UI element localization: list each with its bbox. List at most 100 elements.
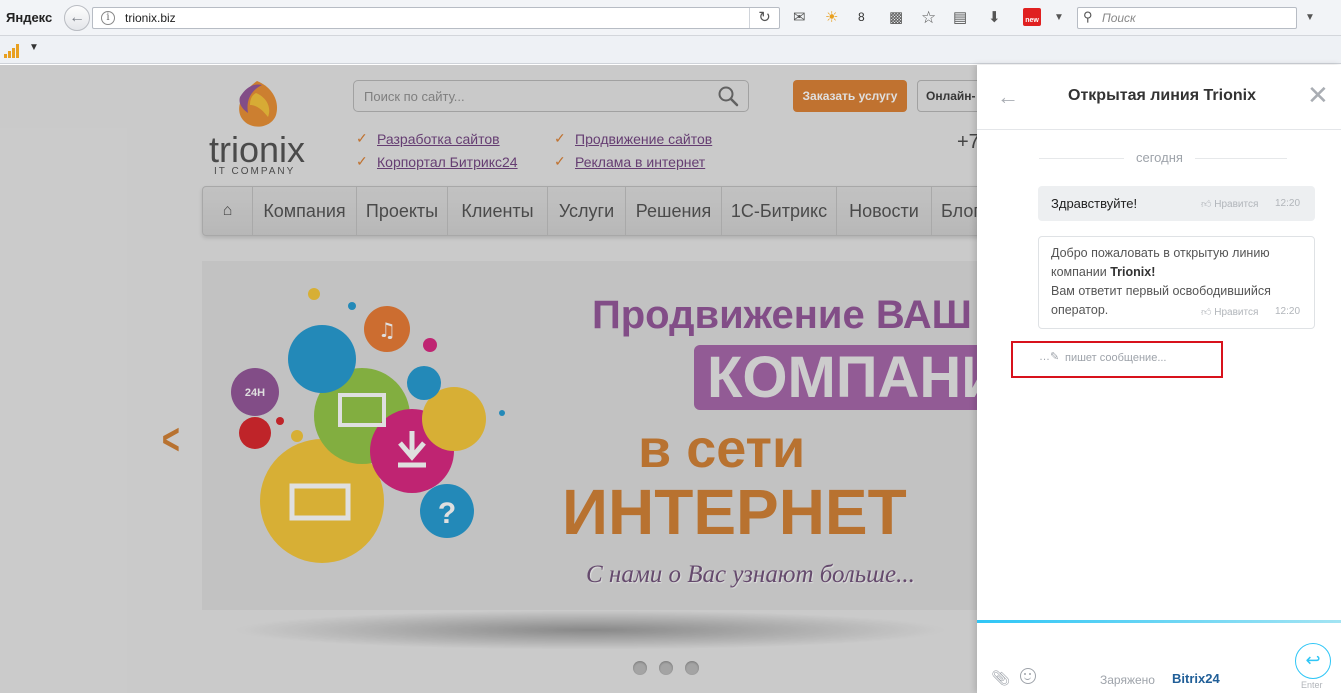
thumbs-up-icon: 👍︎ xyxy=(1201,199,1212,210)
reading-list-icon[interactable]: ▤ xyxy=(953,8,967,28)
service-link-ads[interactable]: Реклама в интернет xyxy=(575,154,705,170)
info-icon[interactable]: i xyxy=(101,11,115,25)
chat-header: ← Открытая линия Trionix ✕ xyxy=(977,65,1341,130)
pencil-icon: …✎ xyxy=(1039,351,1060,363)
bookmarks-dropdown-icon[interactable]: ▼ xyxy=(29,42,39,53)
bitrix-logo-text: Bitrix xyxy=(1172,671,1206,686)
like-label: Нравится xyxy=(1214,199,1259,210)
browser-search-placeholder: Поиск xyxy=(1102,11,1136,25)
order-service-button[interactable]: Заказать услугу xyxy=(793,80,907,112)
like-button[interactable]: 👍︎ Нравится xyxy=(1201,198,1258,210)
site-search-icon[interactable] xyxy=(717,85,739,107)
send-button[interactable]: ↩ xyxy=(1295,643,1331,679)
logo-wordmark[interactable]: trionix xyxy=(209,129,305,171)
message-line: оператор. xyxy=(1051,303,1109,317)
nav-clients[interactable]: Клиенты xyxy=(448,187,548,235)
logo-subtitle: IT COMPANY xyxy=(214,166,296,177)
banner-headline-2: КОМПАНИ xyxy=(707,345,977,410)
svg-text:?: ? xyxy=(438,497,456,530)
browser-toolbar: Яндекс ← i trionix.biz ↻ ✉ ☀ 8 ▩ ☆ ▤ ⬇ n… xyxy=(0,0,1341,36)
menu-dropdown-icon[interactable]: ▼ xyxy=(1054,8,1064,28)
weather-icon[interactable]: ☀ xyxy=(825,8,838,28)
smile-icon[interactable] xyxy=(1020,668,1036,684)
bookmarks-bar: ▼ xyxy=(0,36,1341,64)
like-label: Нравится xyxy=(1214,307,1259,318)
nav-projects[interactable]: Проекты xyxy=(357,187,448,235)
online-button[interactable]: Онлайн- xyxy=(917,80,977,112)
banner-headline-4: ИНТЕРНЕТ xyxy=(562,476,907,548)
weather-temperature[interactable]: 8 xyxy=(858,10,865,24)
promo-banner[interactable]: 24H ? ♫ Продвижение ВАШ КОМПАНИ в сети И… xyxy=(202,261,977,610)
news-icon[interactable]: new xyxy=(1023,8,1041,26)
trionix-logo-icon[interactable] xyxy=(232,79,282,131)
enter-arrow-icon: ↩ xyxy=(1305,650,1321,670)
service-link-web-dev[interactable]: Разработка сайтов xyxy=(377,131,500,147)
message-bubble-user: Здравствуйте! 👍︎ Нравится 12:20 xyxy=(1038,186,1315,221)
check-icon: ✓ xyxy=(356,153,368,169)
message-line: Добро пожаловать в открытую линию xyxy=(1051,246,1270,260)
bitrix24-logo[interactable]: Bitrix24 xyxy=(1172,671,1220,686)
slider-dot[interactable] xyxy=(659,661,673,675)
phone-number[interactable]: +7 xyxy=(957,131,977,154)
slider-dot[interactable] xyxy=(633,661,647,675)
powered-by-label: Заряжено xyxy=(1100,673,1155,687)
banner-illustration: 24H ? ♫ xyxy=(231,288,505,563)
back-arrow-icon: ← xyxy=(69,9,85,26)
message-bubble-operator: Добро пожаловать в открытую линию компан… xyxy=(1038,236,1315,329)
typing-indicator-highlight: …✎ пишет сообщение... xyxy=(1011,341,1223,378)
slider-dot[interactable] xyxy=(685,661,699,675)
chat-title: Открытая линия Trionix xyxy=(1068,87,1256,104)
date-label: сегодня xyxy=(1124,150,1195,165)
banner-headline-3: в сети xyxy=(638,419,806,479)
typing-indicator: пишет сообщение... xyxy=(1065,352,1167,364)
nav-solutions[interactable]: Решения xyxy=(626,187,722,235)
website-page: trionix IT COMPANY Поиск по сайту... Зак… xyxy=(0,65,977,693)
back-button[interactable]: ← xyxy=(64,5,90,31)
nav-1c-bitrix[interactable]: 1С-Битрикс xyxy=(722,187,837,235)
message-line: компании Trionix! xyxy=(1051,265,1155,279)
message-time: 12:20 xyxy=(1275,306,1301,317)
mail-icon[interactable]: ✉ xyxy=(793,8,806,28)
message-text: Здравствуйте! xyxy=(1051,196,1138,211)
nav-blog[interactable]: Блог xyxy=(932,187,977,235)
message-line: Вам ответит первый освободившийся xyxy=(1051,284,1271,298)
company-name: Trionix! xyxy=(1110,265,1156,279)
svg-text:♫: ♫ xyxy=(378,318,396,342)
enter-label: Enter xyxy=(1301,680,1323,690)
paperclip-icon[interactable]: 📎︎ xyxy=(991,669,1010,687)
address-bar[interactable]: i trionix.biz ↻ xyxy=(92,7,780,29)
thumbs-up-icon: 👍︎ xyxy=(1201,307,1212,318)
nav-services[interactable]: Услуги xyxy=(548,187,626,235)
check-icon: ✓ xyxy=(356,130,368,146)
browser-brand: Яндекс xyxy=(6,10,53,25)
search-icon: ⚲ xyxy=(1083,9,1093,24)
check-icon: ✓ xyxy=(554,153,566,169)
close-icon[interactable]: ✕ xyxy=(1307,82,1329,108)
site-main-nav: ⌂ Компания Проекты Клиенты Услуги Решени… xyxy=(202,186,977,236)
message-time: 12:20 xyxy=(1275,198,1301,209)
service-link-seo[interactable]: Продвижение сайтов xyxy=(575,131,712,147)
message-line-text: компании xyxy=(1051,265,1111,279)
banner-tagline: С нами о Вас узнают больше... xyxy=(586,561,915,588)
banner-24h-label: 24H xyxy=(245,387,265,399)
signal-icon[interactable] xyxy=(4,44,19,58)
download-icon[interactable]: ⬇ xyxy=(988,8,1001,28)
reload-icon[interactable]: ↻ xyxy=(749,8,779,28)
like-button[interactable]: 👍︎ Нравится xyxy=(1201,306,1258,318)
banner-prev-arrow-icon[interactable]: < xyxy=(162,415,180,465)
news-badge-label: new xyxy=(1025,17,1039,24)
service-link-bitrix24[interactable]: Корпортал Битрикс24 xyxy=(377,154,518,170)
site-search-placeholder: Поиск по сайту... xyxy=(364,89,465,104)
browser-search-input[interactable]: ⚲ Поиск xyxy=(1077,7,1297,29)
url-text[interactable]: trionix.biz xyxy=(125,11,176,25)
nav-company[interactable]: Компания xyxy=(253,187,357,235)
nav-home-icon[interactable]: ⌂ xyxy=(203,187,253,235)
input-divider xyxy=(977,620,1341,623)
open-line-chat-panel: ← Открытая линия Trionix ✕ сегодня Здрав… xyxy=(977,65,1341,693)
check-icon: ✓ xyxy=(554,130,566,146)
pocket-icon[interactable]: ▩ xyxy=(889,8,903,28)
bookmark-star-icon[interactable]: ☆ xyxy=(921,8,936,28)
nav-news[interactable]: Новости xyxy=(837,187,932,235)
site-search-input[interactable]: Поиск по сайту... xyxy=(353,80,749,112)
search-engine-dropdown-icon[interactable]: ▼ xyxy=(1305,8,1315,28)
